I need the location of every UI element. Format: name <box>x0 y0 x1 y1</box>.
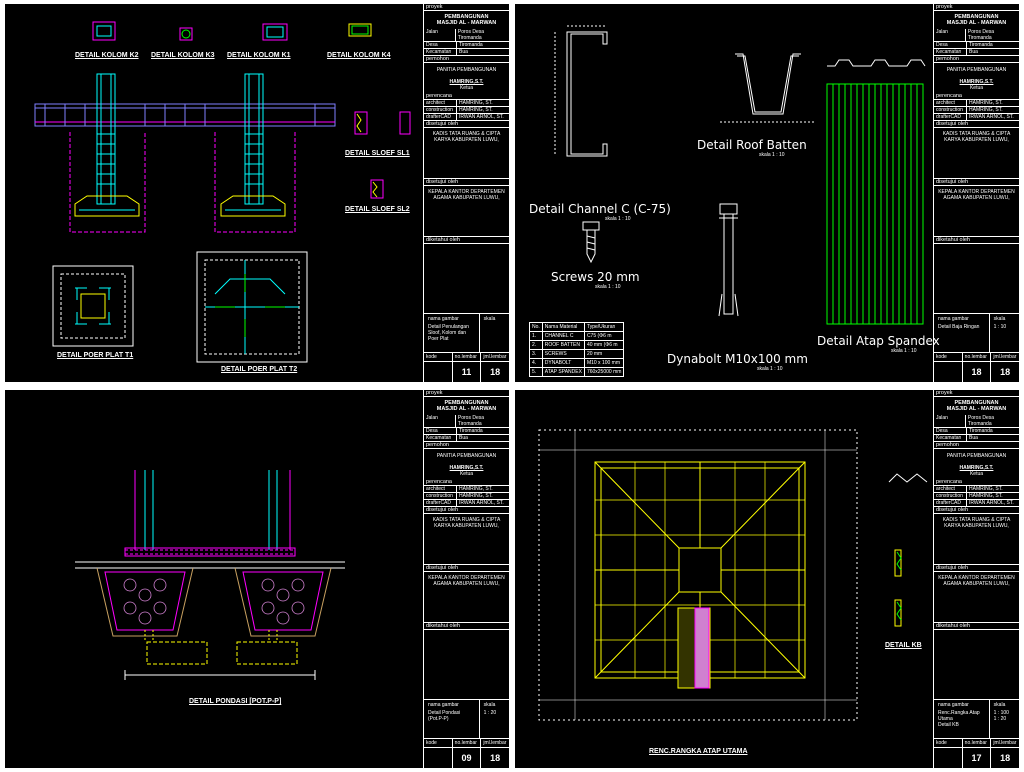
material-table: No. Nama Material Type/Ukuran 1. CHANNEL CC… <box>529 322 625 377</box>
perencana-label: perencana <box>424 93 509 100</box>
dynabolt <box>719 203 738 315</box>
label-poer-t1: DETAIL POER PLAT T1 <box>57 352 134 359</box>
table-row: 2. ROOF BATTEN 40 mm (Φ6 m <box>529 340 625 350</box>
kolom-k2-section <box>92 21 116 41</box>
nama-gambar: Renc.Rangka Atap Utama Detail KB <box>938 710 980 728</box>
channel-c-profile <box>566 31 608 157</box>
title-block: proyek PEMBANGUNAN MASJID AL - MARWAN Jal… <box>933 4 1019 382</box>
nama-gambar: Detail Pondasi (Pot.P-P) <box>428 710 461 722</box>
title-block: proyek PEMBANGUNAN MASJID AL - MARWAN Jal… <box>933 390 1019 768</box>
label-roof-batten: Detail Roof Batten <box>697 138 807 152</box>
column-left <box>144 470 154 550</box>
label-rangka-atap: RENC.RANGKA ATAP UTAMA <box>649 748 748 755</box>
spandex-sheet <box>826 83 924 325</box>
title-block: proyek PEMBANGUNAN MASJID AL - MARWAN Jal… <box>423 390 509 768</box>
jml-lembar: 18 <box>490 753 501 763</box>
label-sloof-sl1: DETAIL SLOEF SL1 <box>345 150 410 157</box>
table-row: 4. DYNABOLT M10 x 100 mm <box>529 358 625 368</box>
screw <box>582 221 600 264</box>
nama-gambar: Detail Baja Ringan <box>938 324 980 330</box>
sheet-baja-ringan: Detail Channel C (C-75) skala 1 : 10 Det… <box>515 4 1019 382</box>
label-kolom-k4: DETAIL KOLOM K4 <box>327 52 391 59</box>
poer-plat-t1 <box>52 265 134 347</box>
stone-fill <box>123 578 305 625</box>
nama-gambar: Detail Penulangan Sloof, Kolom dan Poer … <box>428 324 469 342</box>
pemohon-block: PANITIA PEMBANGUNAN HAMRING,S.T. Ketua <box>436 67 497 91</box>
column-right <box>268 470 278 550</box>
drawing-pondasi <box>75 470 345 680</box>
footing-right <box>214 132 296 233</box>
disetujui-2: KEPALA KANTOR DEPARTEMEN AGAMA KABUPATEN… <box>424 186 509 237</box>
spandex-profile <box>827 59 926 67</box>
label-screws: Screws 20 mm <box>551 270 640 284</box>
project-line-2: MASJID AL - MARWAN <box>436 20 497 26</box>
title-block: proyek PEMBANGUNAN MASJID AL - MARWAN Jal… <box>423 4 509 382</box>
sheet-rangka-atap: RENC.RANGKA ATAP UTAMA DETAIL KB proyek … <box>515 390 1019 768</box>
proyek-label: proyek <box>424 4 509 11</box>
no-lembar: 11 <box>453 362 482 382</box>
no-lembar: 18 <box>963 362 992 382</box>
label-kolom-k2: DETAIL KOLOM K2 <box>75 52 139 59</box>
roof-batten-profile <box>735 53 801 115</box>
footing-left <box>69 132 146 233</box>
label-kolom-k1: DETAIL KOLOM K1 <box>227 52 291 59</box>
label-spandex: Detail Atap Spandex <box>817 334 940 348</box>
label-sloof-sl2: DETAIL SLOEF SL2 <box>345 206 410 213</box>
no-lembar: 17 <box>963 748 992 768</box>
label-channel-c: Detail Channel C (C-75) <box>529 202 671 216</box>
table-row: 3. SCREWS 20 mm <box>529 349 625 359</box>
footing-right <box>236 641 298 665</box>
label-kolom-k3: DETAIL KOLOM K3 <box>151 52 215 59</box>
sloof-sl1-section <box>354 111 368 135</box>
jml-lembar: 18 <box>1000 367 1011 377</box>
jml-lembar: 18 <box>1000 753 1011 763</box>
label-detail-pondasi: DETAIL PONDASI [POT.P-P] <box>189 698 282 705</box>
pemohon-label: pemohon <box>424 56 509 63</box>
no-lembar: 09 <box>453 748 482 768</box>
drawing-rangka-atap <box>538 429 928 721</box>
sheet-pondasi: DETAIL PONDASI [POT.P-P] proyek PEMBANGU… <box>5 390 509 768</box>
table-row: 5. ATAP SPANDEX 760x25000 mm <box>529 367 625 377</box>
label-dynabolt: Dynabolt M10x100 mm <box>667 352 808 366</box>
table-row: 1. CHANNEL C C75 (Φ6 m <box>529 331 625 341</box>
disetujui-1: KADIS TATA RUANG & CIPTA KARYA KABUPATEN… <box>424 128 509 179</box>
label-poer-t2: DETAIL POER PLAT T2 <box>221 366 298 373</box>
jml-lembar: 18 <box>490 367 501 377</box>
material-table-header: No. Nama Material Type/Ukuran <box>529 322 625 332</box>
drawing-kolom-sloof-poer <box>34 21 411 363</box>
sheet-kolom-sloof-poer: DETAIL KOLOM K2 DETAIL KOLOM K3 DETAIL K… <box>5 4 509 382</box>
footing-left <box>146 641 208 665</box>
label-detail-kb: DETAIL KB <box>885 642 922 649</box>
